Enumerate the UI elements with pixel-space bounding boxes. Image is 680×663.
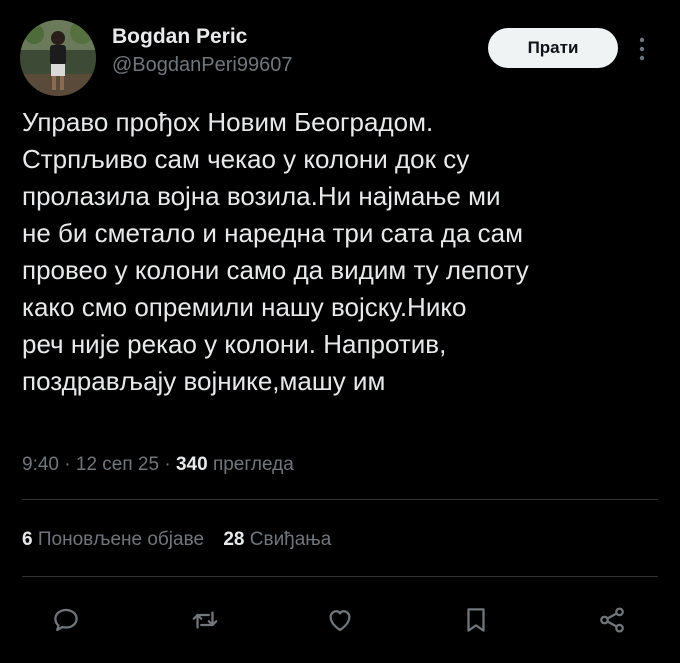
- bookmark-button[interactable]: [458, 602, 494, 638]
- tweet-text: Управо прођох Новим Београдом. Стрпљиво …: [22, 107, 529, 396]
- divider: [22, 576, 658, 577]
- tweet-time[interactable]: 9:40: [22, 454, 59, 475]
- follow-button[interactable]: Прати: [488, 28, 618, 68]
- engagement-stats: 6 Поновљене објаве 28 Свиђања: [22, 527, 345, 553]
- likes-count: 28: [223, 529, 245, 550]
- views-label: прегледа: [212, 454, 294, 475]
- like-button[interactable]: [322, 602, 358, 638]
- reply-button[interactable]: [48, 602, 84, 638]
- author-info: Bogdan Peric @BogdanPeri99607: [112, 24, 292, 78]
- repost-button[interactable]: [187, 602, 223, 638]
- avatar-photo: [20, 20, 96, 96]
- share-icon: [600, 607, 624, 633]
- share-button[interactable]: [594, 602, 630, 638]
- likes-stat[interactable]: 28 Свиђања: [223, 529, 331, 550]
- more-icon[interactable]: [636, 34, 648, 64]
- author-handle[interactable]: @BogdanPeri99607: [112, 52, 292, 78]
- meta-separator: ·: [58, 454, 76, 475]
- tweet-meta: 9:40 · 12 сеп 25 · 340 прегледа: [22, 452, 294, 478]
- likes-label: Свиђања: [249, 529, 332, 550]
- reposts-stat[interactable]: 6 Поновљене објаве: [22, 529, 204, 550]
- tweet-date[interactable]: 12 сеп 25: [76, 454, 159, 475]
- reposts-count: 6: [22, 529, 33, 550]
- avatar[interactable]: [20, 20, 96, 96]
- views-count: 340: [175, 454, 208, 475]
- author-display-name[interactable]: Bogdan Peric: [112, 24, 292, 50]
- reply-icon: [54, 608, 78, 632]
- tweet: Bogdan Peric @BogdanPeri99607 Прати Упра…: [0, 0, 680, 663]
- divider: [22, 499, 658, 500]
- reposts-label: Поновљене објаве: [37, 529, 205, 550]
- meta-separator: ·: [159, 454, 176, 475]
- repost-icon: [192, 611, 218, 629]
- heart-icon: [329, 610, 351, 632]
- bookmark-icon: [467, 608, 485, 632]
